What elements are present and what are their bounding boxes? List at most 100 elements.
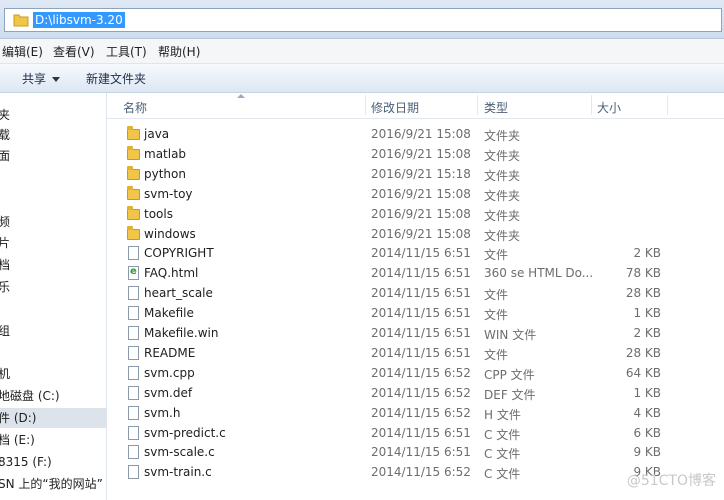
- menu-view[interactable]: 查看(V): [53, 43, 95, 60]
- address-path[interactable]: D:\libsvm-3.20: [33, 12, 125, 28]
- file-date: 2014/11/15 6:52: [371, 465, 471, 480]
- file-date: 2014/11/15 6:52: [371, 385, 471, 400]
- new-folder-button[interactable]: 新建文件夹: [86, 70, 146, 87]
- nav-item[interactable]: 频: [0, 212, 106, 232]
- file-type: 文件: [484, 248, 509, 263]
- file-type: 360 se HTML Do...: [484, 266, 594, 281]
- file-row[interactable]: Makefile 2014/11/15 6:51 文件 1 KB: [107, 303, 724, 323]
- file-date: 2014/11/15 6:51: [371, 266, 471, 281]
- file-row[interactable]: matlab 2016/9/21 15:08 文件夹: [107, 144, 724, 164]
- file-row[interactable]: FAQ.html 2014/11/15 6:51 360 se HTML Do...…: [107, 263, 724, 283]
- file-icon: [127, 345, 141, 360]
- file-type: 文件夹: [484, 188, 521, 203]
- file-date: 2014/11/15 6:51: [371, 326, 471, 340]
- file-date: 2016/9/21 15:08: [371, 186, 471, 201]
- column-size[interactable]: 大小: [597, 99, 621, 116]
- file-size: 6 KB: [633, 425, 661, 440]
- file-row[interactable]: svm-toy 2016/9/21 15:08 文件夹: [107, 184, 724, 204]
- file-row[interactable]: windows 2016/9/21 15:08 文件夹: [107, 224, 724, 244]
- nav-item[interactable]: 档: [0, 255, 106, 275]
- nav-item-drive-d[interactable]: 件 (D:): [0, 408, 106, 428]
- nav-item[interactable]: 夹: [0, 105, 106, 125]
- file-icon: [127, 326, 141, 340]
- file-date: 2016/9/21 15:08: [371, 206, 471, 221]
- file-row[interactable]: svm.def 2014/11/15 6:52 DEF 文件 1 KB: [107, 383, 724, 403]
- nav-item[interactable]: 载: [0, 125, 106, 145]
- nav-item-drive-c[interactable]: 地磁盘 (C:): [0, 386, 106, 406]
- column-divider[interactable]: [667, 95, 668, 115]
- file-row[interactable]: heart_scale 2014/11/15 6:51 文件 28 KB: [107, 283, 724, 303]
- nav-item-drive-f[interactable]: 8315 (F:): [0, 452, 106, 472]
- file-type: C 文件: [484, 467, 521, 482]
- file-date: 2016/9/21 15:08: [371, 127, 471, 141]
- sort-ascending-icon: [237, 94, 245, 98]
- file-type: 文件夹: [484, 168, 521, 183]
- folder-icon: [127, 185, 141, 201]
- nav-item-msn-site[interactable]: SN 上的“我的网站”: [0, 474, 106, 494]
- file-type: WIN 文件: [484, 328, 537, 342]
- html-file-icon: [127, 266, 141, 281]
- file-size: 28 KB: [625, 286, 661, 301]
- file-type: 文件夹: [484, 148, 521, 163]
- file-name: python: [144, 166, 186, 181]
- file-icon: [127, 286, 141, 301]
- menu-bar: 编辑(E) 查看(V) 工具(T) 帮助(H): [0, 39, 724, 64]
- file-type: 文件夹: [484, 129, 521, 143]
- file-icon: [127, 445, 141, 460]
- file-date: 2014/11/15 6:51: [371, 306, 471, 321]
- navigation-pane: 夹 载 面 频 片 档 乐 组 机 地磁盘 (C:) 件 (D:) 档 (E:)…: [0, 93, 107, 500]
- file-name: matlab: [144, 146, 187, 161]
- column-type[interactable]: 类型: [484, 99, 508, 116]
- nav-item-drive-e[interactable]: 档 (E:): [0, 430, 106, 450]
- file-name: svm.cpp: [144, 365, 195, 380]
- file-row[interactable]: COPYRIGHT 2014/11/15 6:51 文件 2 KB: [107, 243, 724, 263]
- file-row[interactable]: java 2016/9/21 15:08 文件夹: [107, 124, 724, 144]
- file-name: README: [144, 345, 196, 360]
- column-name[interactable]: 名称: [123, 99, 147, 116]
- file-name: Makefile.win: [144, 326, 219, 340]
- file-row[interactable]: svm.cpp 2014/11/15 6:52 CPP 文件 64 KB: [107, 363, 724, 383]
- file-size: 78 KB: [625, 266, 661, 281]
- column-date[interactable]: 修改日期: [371, 99, 419, 116]
- file-date: 2014/11/15 6:51: [371, 246, 471, 261]
- file-type: 文件: [484, 347, 509, 362]
- nav-item[interactable]: 乐: [0, 277, 106, 297]
- column-divider[interactable]: [591, 95, 592, 115]
- column-divider[interactable]: [477, 95, 478, 115]
- file-type: 文件: [484, 308, 509, 323]
- file-icon: [127, 405, 141, 420]
- nav-item[interactable]: 机: [0, 364, 106, 384]
- file-name: svm-predict.c: [144, 425, 226, 440]
- address-input[interactable]: D:\libsvm-3.20: [4, 8, 722, 32]
- file-size: 2 KB: [633, 326, 661, 340]
- file-row[interactable]: python 2016/9/21 15:18 文件夹: [107, 164, 724, 184]
- file-row[interactable]: svm.h 2014/11/15 6:52 H 文件 4 KB: [107, 403, 724, 423]
- file-name: svm.h: [144, 405, 181, 420]
- address-bar: D:\libsvm-3.20: [0, 0, 724, 39]
- share-button[interactable]: 共享: [22, 70, 61, 87]
- file-date: 2014/11/15 6:51: [371, 425, 471, 440]
- menu-help[interactable]: 帮助(H): [158, 43, 200, 60]
- watermark: @51CTO博客: [626, 473, 716, 489]
- file-name: tools: [144, 206, 173, 221]
- menu-tools[interactable]: 工具(T): [106, 43, 147, 60]
- file-icon: [127, 425, 141, 440]
- nav-item[interactable]: 片: [0, 233, 106, 253]
- file-name: Makefile: [144, 306, 194, 321]
- file-size: 64 KB: [625, 365, 661, 380]
- file-row[interactable]: tools 2016/9/21 15:08 文件夹: [107, 204, 724, 224]
- file-name: java: [144, 127, 170, 141]
- nav-item[interactable]: 组: [0, 321, 106, 341]
- file-row[interactable]: Makefile.win 2014/11/15 6:51 WIN 文件 2 KB: [107, 323, 724, 343]
- column-header: 名称 修改日期 类型 大小: [107, 93, 724, 119]
- folder-icon: [13, 14, 29, 27]
- file-date: 2014/11/15 6:52: [371, 405, 471, 420]
- menu-edit[interactable]: 编辑(E): [2, 43, 43, 60]
- file-row[interactable]: svm-predict.c 2014/11/15 6:51 C 文件 6 KB: [107, 423, 724, 443]
- file-date: 2014/11/15 6:52: [371, 365, 471, 380]
- column-divider[interactable]: [365, 95, 366, 115]
- file-icon: [127, 365, 141, 380]
- file-row[interactable]: svm-scale.c 2014/11/15 6:51 C 文件 9 KB: [107, 442, 724, 462]
- file-row[interactable]: README 2014/11/15 6:51 文件 28 KB: [107, 343, 724, 363]
- nav-item[interactable]: 面: [0, 146, 106, 166]
